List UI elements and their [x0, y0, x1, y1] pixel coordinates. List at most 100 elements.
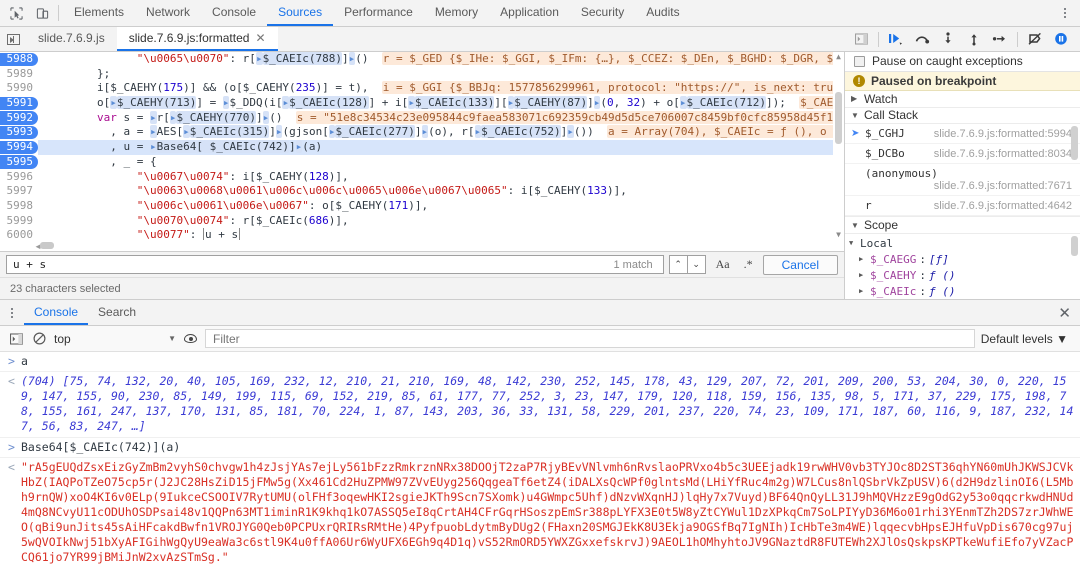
call-stack-row[interactable]: (anonymous) slide.7.6.9.js:formatted:7671 [845, 164, 1080, 197]
step-over-next-function-call-button[interactable] [909, 27, 935, 51]
line-number[interactable]: 5998 [0, 198, 38, 214]
breakpoint-marker[interactable]: 5988 [0, 52, 38, 67]
breakpoint-marker[interactable]: 5995 [0, 154, 38, 170]
breakpoint-marker[interactable]: 5993 [0, 125, 38, 141]
console-string-output[interactable]: < "rA5gEUQdZsxEizGyZmBm2vyhS0chvgw1h4zJsj… [0, 458, 1080, 564]
step-button[interactable] [987, 27, 1013, 51]
call-stack-row[interactable]: $_DCBo slide.7.6.9.js:formatted:8034 [845, 144, 1080, 165]
cancel-button[interactable]: Cancel [762, 254, 838, 275]
console-array-output[interactable]: < (704) [75, 74, 132, 20, 40, 105, 169, 2… [0, 372, 1080, 438]
line-number[interactable]: 5996 [0, 169, 38, 185]
hscroll-track[interactable]: ◄ [34, 242, 830, 251]
code-line-text: o[▸$_CAEHY(713)] = ▸$_DDQ(i[▸$_CAEIc(128… [38, 96, 844, 111]
watch-section-header[interactable]: ▶ Watch [845, 90, 1080, 108]
line-number[interactable]: 6000 [0, 228, 38, 240]
scope-variable-row[interactable]: ▶ $_CAEIc: ƒ () [845, 283, 1080, 299]
scrollbar-thumb[interactable] [835, 92, 842, 144]
match-case-button[interactable]: Aa [712, 257, 734, 272]
deactivate-breakpoints-button[interactable] [1022, 27, 1048, 51]
tab-elements[interactable]: Elements [63, 0, 135, 26]
code-line-text: "\u0077": u + s [38, 228, 844, 240]
tab-network[interactable]: Network [135, 0, 201, 26]
line-number[interactable]: 5990 [0, 81, 38, 97]
code-lines: 5988 "\u0065\u0070": r[▸$_CAEIc(788)]▸()… [0, 52, 844, 240]
code-line[interactable]: 5994 , u = ▸Base64[ $_CAEIc(742)]▸(a) [0, 140, 844, 155]
tab-security[interactable]: Security [570, 0, 635, 26]
line-number[interactable]: 5999 [0, 213, 38, 229]
search-input[interactable] [11, 257, 614, 272]
code-line[interactable]: 5988 "\u0065\u0070": r[▸$_CAEIc(788)]▸()… [0, 52, 844, 67]
code-editor[interactable]: 5988 "\u0065\u0070": r[▸$_CAEIc(788)]▸()… [0, 52, 844, 240]
line-number[interactable]: 5997 [0, 184, 38, 199]
regex-button[interactable]: .* [740, 257, 757, 272]
console-input-text: a [21, 354, 28, 368]
search-field-wrapper[interactable]: 1 match [6, 255, 664, 274]
tab-audits[interactable]: Audits [635, 0, 690, 26]
live-expression-icon[interactable] [182, 330, 199, 347]
breakpoint-marker[interactable]: 5994 [0, 140, 38, 155]
code-line[interactable]: 5989 }; [0, 66, 844, 82]
step-out-of-current-function-button[interactable] [961, 27, 987, 51]
scroll-up-icon[interactable]: ▲ [833, 52, 844, 62]
drawer-tab-search[interactable]: Search [88, 300, 146, 325]
code-line[interactable]: 5997 "\u0063\u0068\u0061\u006c\u006c\u00… [0, 184, 844, 199]
code-line[interactable]: 5991 o[▸$_CAEHY(713)] = ▸$_DDQ(i[▸$_CAEI… [0, 96, 844, 111]
code-line[interactable]: 6000 "\u0077": u + s [0, 228, 844, 240]
code-line[interactable]: 5999 "\u0070\u0074": r[$_CAEIc(686)], [0, 213, 844, 229]
toggle-debugger-sidebar-button[interactable] [848, 27, 874, 51]
scope-variable-row[interactable]: ▶ $_CAEHY: ƒ () [845, 267, 1080, 283]
console-context-selector[interactable]: top ▼ [54, 332, 176, 346]
step-into-next-function-call-button[interactable] [935, 27, 961, 51]
tab-performance[interactable]: Performance [333, 0, 424, 26]
scope-scrollbar[interactable] [1070, 234, 1079, 299]
code-line[interactable]: 5995 , _ = { [0, 154, 844, 170]
code-line[interactable]: 5993 , a = ▸AES[▸$_CAEIc(315)]▸(gjson[▸$… [0, 125, 844, 141]
show-navigator-icon[interactable] [0, 27, 26, 51]
line-number[interactable]: 5989 [0, 66, 38, 82]
tab-sources[interactable]: Sources [267, 0, 334, 26]
close-drawer-icon[interactable]: ✕ [1058, 300, 1080, 325]
file-tab-slide-js-formatted[interactable]: slide.7.6.9.js:formatted ✕ [116, 27, 278, 51]
close-icon[interactable]: ✕ [255, 32, 265, 44]
search-next-button[interactable]: ⌄ [686, 255, 706, 274]
pause-on-caught-exceptions-checkbox[interactable] [854, 55, 865, 67]
call-stack-section-header[interactable]: ▼ Call Stack [845, 107, 1080, 125]
tab-memory[interactable]: Memory [424, 0, 489, 26]
call-stack-row[interactable]: r slide.7.6.9.js:formatted:4642 [845, 196, 1080, 217]
resume-script-execution-button[interactable] [883, 27, 909, 51]
device-toolbar-icon[interactable] [34, 5, 50, 21]
pause-on-exceptions-button[interactable] [1048, 27, 1074, 51]
code-line[interactable]: 5990 i[$_CAEHY(175)] && (o[$_CAEHY(235)]… [0, 81, 844, 97]
scope-group-local[interactable]: ▼ Local [845, 235, 1080, 251]
scrollbar-thumb[interactable] [1071, 126, 1078, 161]
call-stack-row[interactable]: ➤ $_CGHJ slide.7.6.9.js:formatted:5994 [845, 124, 1080, 145]
console-sidebar-icon[interactable] [8, 330, 25, 347]
console-filter-box[interactable] [205, 329, 975, 348]
search-prev-button[interactable]: ⌃ [668, 255, 688, 274]
console-filter-input[interactable] [211, 330, 969, 347]
code-line[interactable]: 5996 "\u0067\u0074": i[$_CAEHY(128)], [0, 169, 844, 185]
scroll-down-icon[interactable]: ▼ [833, 230, 844, 240]
clear-console-icon[interactable] [31, 330, 48, 347]
hscroll-thumb[interactable] [40, 242, 54, 249]
inspect-element-icon[interactable] [8, 5, 24, 21]
tab-application[interactable]: Application [489, 0, 570, 26]
console-output[interactable]: > a < (704) [75, 74, 132, 20, 40, 105, 169,… [0, 352, 1080, 564]
pause-on-caught-exceptions-row[interactable]: Pause on caught exceptions [845, 52, 1080, 72]
drawer-menu-icon[interactable] [0, 300, 24, 325]
call-stack-scrollbar[interactable] [1070, 126, 1079, 214]
console-log-levels-selector[interactable]: Default levels ▼ [981, 332, 1072, 346]
drawer-tab-console[interactable]: Console [24, 300, 89, 325]
editor-horizontal-scrollbar[interactable]: ◄ [0, 240, 844, 251]
scrollbar-thumb[interactable] [1071, 236, 1078, 257]
breakpoint-marker[interactable]: 5992 [0, 110, 38, 126]
tab-console[interactable]: Console [201, 0, 267, 26]
more-vertical-icon[interactable] [1056, 4, 1074, 22]
breakpoint-marker[interactable]: 5991 [0, 96, 38, 111]
code-line[interactable]: 5992 var s = ▸r[▸$_CAEHY(770)]▸() s = "5… [0, 110, 844, 126]
code-line[interactable]: 5998 "\u006c\u0061\u006e\u0067": o[$_CAE… [0, 198, 844, 214]
editor-vertical-scrollbar[interactable]: ▲ ▼ [833, 52, 844, 240]
file-tab-slide-js[interactable]: slide.7.6.9.js [26, 27, 117, 51]
scope-section-header[interactable]: ▼ Scope [845, 217, 1080, 235]
scope-variable-row[interactable]: ▶ $_CAEGG: [ƒ] [845, 251, 1080, 267]
